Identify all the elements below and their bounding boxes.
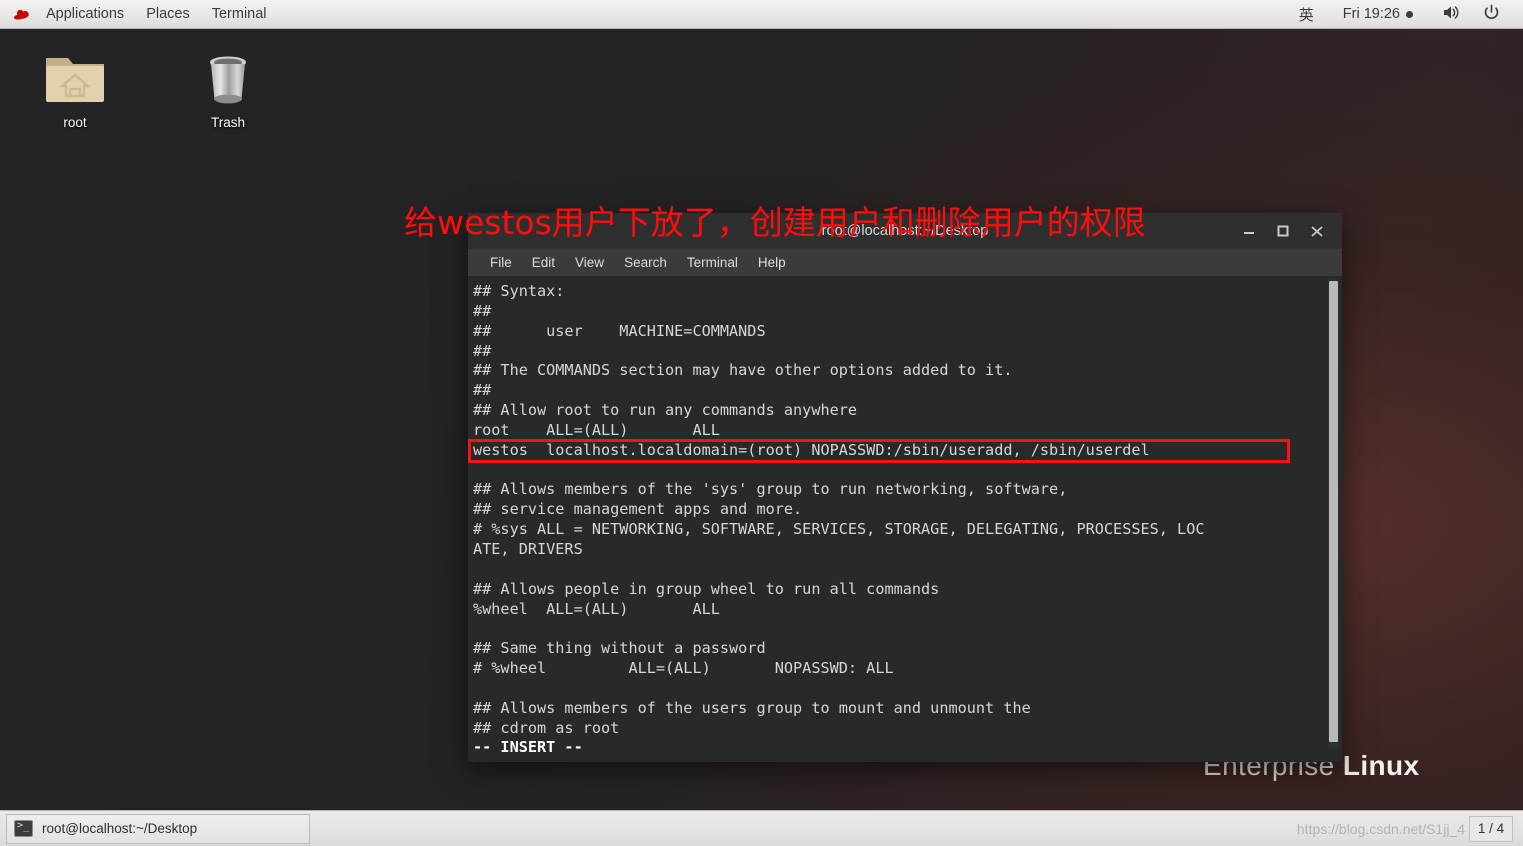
vim-status-line: -- INSERT -- xyxy=(473,738,583,757)
terminal-icon xyxy=(14,820,33,837)
workspace-switcher[interactable]: 1 / 4 xyxy=(1469,815,1513,842)
terminal-line: # %wheel ALL=(ALL) NOPASSWD: ALL xyxy=(473,659,894,678)
terminal-window[interactable]: root@localhost:~/Desktop File Edit View … xyxy=(468,213,1342,762)
speaker-icon xyxy=(1442,4,1461,25)
clock[interactable]: Fri 19:26 xyxy=(1325,0,1431,28)
terminal-line: ## Allows people in group wheel to run a… xyxy=(473,579,940,598)
terminal-menu-help[interactable]: Help xyxy=(748,249,796,276)
terminal-menu-file-label: File xyxy=(490,255,512,270)
top-panel-left: Applications Places Terminal xyxy=(0,0,278,28)
terminal-menu-view-label: View xyxy=(575,255,605,270)
terminal-output-area[interactable]: ## Syntax: ## ## user MACHINE=COMMANDS ## ##… xyxy=(468,276,1342,762)
terminal-menu-help-label: Help xyxy=(757,255,786,270)
terminal-line: ## Allows members of the 'sys' group to … xyxy=(473,480,1068,499)
trash-can-icon xyxy=(180,46,276,108)
annotation-text: 给westos用户下放了，创建用户和删除用户的权限 xyxy=(404,203,1146,242)
scrollbar-thumb[interactable] xyxy=(1329,281,1338,742)
terminal-line: ATE, DRIVERS xyxy=(473,539,583,558)
terminal-line: ## Allow root to run any commands anywhe… xyxy=(473,401,858,420)
home-folder-icon xyxy=(27,46,123,108)
terminal-line: ## xyxy=(473,341,492,360)
terminal-menu-edit-label: Edit xyxy=(531,255,556,270)
terminal-line: ## Syntax: xyxy=(473,282,565,300)
notification-dot-icon xyxy=(1406,10,1413,18)
minimize-icon[interactable] xyxy=(1232,216,1266,246)
desktop-icon-trash[interactable]: Trash xyxy=(180,46,276,130)
desktop-icon-trash-label: Trash xyxy=(210,115,245,130)
maximize-icon[interactable] xyxy=(1266,216,1300,246)
terminal-menu-edit[interactable]: Edit xyxy=(522,249,565,276)
volume-button[interactable] xyxy=(1431,0,1472,28)
input-method-label: 英 xyxy=(1298,6,1314,24)
terminal-menu-terminal[interactable]: Terminal xyxy=(677,249,748,276)
taskbar: root@localhost:~/Desktop 1 / 4 xyxy=(0,810,1523,846)
terminal-line: ## service management apps and more. xyxy=(473,500,803,519)
terminal-line: ## The COMMANDS section may have other o… xyxy=(473,361,1013,380)
terminal-menu-search-label: Search xyxy=(624,255,667,270)
menu-applications-label: Applications xyxy=(46,6,125,22)
clock-label: Fri 19:26 xyxy=(1342,6,1400,22)
vertical-scrollbar[interactable] xyxy=(1328,279,1339,748)
terminal-line: ## xyxy=(473,381,492,400)
window-controls xyxy=(1232,216,1342,246)
wallpaper-brand-bold: Linux xyxy=(1342,750,1420,781)
power-button[interactable] xyxy=(1472,0,1511,28)
terminal-text: ## Syntax: ## ## user MACHINE=COMMANDS ## ##… xyxy=(470,282,1342,758)
top-panel-right: 英 Fri 19:26 xyxy=(1288,0,1523,28)
terminal-line: ## Allows members of the users group to … xyxy=(473,698,1031,717)
workspace-label: 1 / 4 xyxy=(1477,821,1505,836)
terminal-menu-search[interactable]: Search xyxy=(614,249,677,276)
terminal-menubar: File Edit View Search Terminal Help xyxy=(468,249,1342,276)
terminal-line: ## user MACHINE=COMMANDS xyxy=(473,321,766,340)
menu-places[interactable]: Places xyxy=(135,0,201,28)
terminal-line: # %sys ALL = NETWORKING, SOFTWARE, SERVI… xyxy=(473,520,1205,539)
terminal-menu-file[interactable]: File xyxy=(480,249,522,276)
terminal-line: ## Same thing without a password xyxy=(473,639,766,658)
redhat-logo-icon xyxy=(0,7,35,22)
menu-places-label: Places xyxy=(146,6,190,22)
terminal-line: westos localhost.localdomain=(root) NOPA… xyxy=(473,440,1150,459)
close-icon[interactable] xyxy=(1300,216,1334,246)
terminal-menu-view[interactable]: View xyxy=(565,249,614,276)
terminal-line: %wheel ALL=(ALL) ALL xyxy=(473,599,720,618)
power-icon xyxy=(1483,3,1500,25)
menu-terminal-label: Terminal xyxy=(211,6,267,22)
terminal-line: root ALL=(ALL) ALL xyxy=(473,420,720,439)
desktop-icon-root[interactable]: root xyxy=(27,46,123,130)
taskbar-window-button[interactable]: root@localhost:~/Desktop xyxy=(6,813,310,844)
terminal-line: ## cdrom as root xyxy=(473,718,620,737)
terminal-menu-terminal-label: Terminal xyxy=(686,255,738,270)
input-method-indicator[interactable]: 英 xyxy=(1288,0,1325,28)
top-panel: Applications Places Terminal 英 Fri 19:26 xyxy=(0,0,1523,29)
desktop-icon-root-label: root xyxy=(63,115,87,130)
taskbar-window-label: root@localhost:~/Desktop xyxy=(42,821,198,836)
menu-applications[interactable]: Applications xyxy=(35,0,135,28)
terminal-line: ## xyxy=(473,301,492,320)
menu-terminal[interactable]: Terminal xyxy=(201,0,278,28)
